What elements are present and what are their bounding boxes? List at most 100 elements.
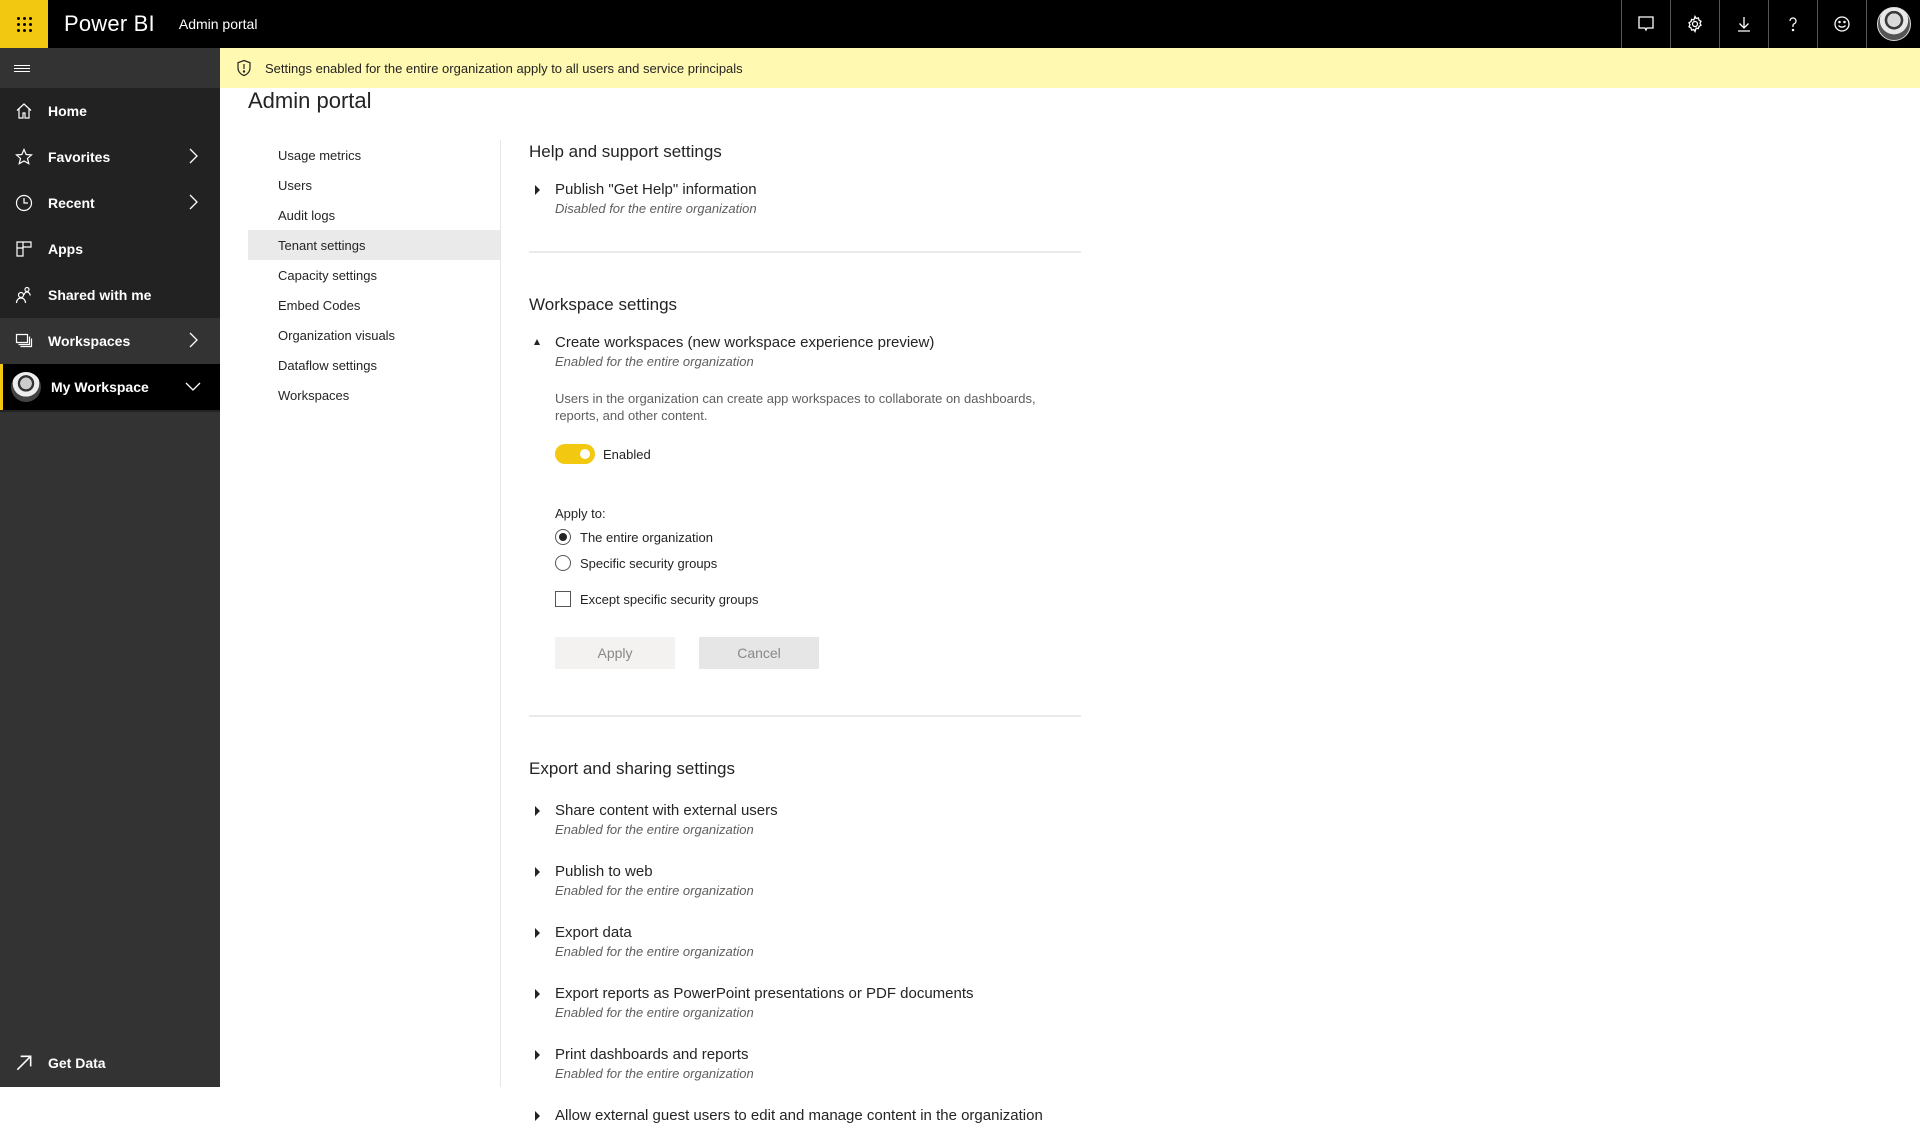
setting-name[interactable]: Publish "Get Help" information: [555, 180, 1081, 200]
sidebar-item-recent[interactable]: Recent: [0, 180, 220, 226]
feedback-button[interactable]: [1817, 0, 1866, 48]
subnav-users[interactable]: Users: [248, 170, 500, 200]
help-support-section: Help and support settings Publish "Get H…: [529, 142, 1081, 253]
home-icon: [14, 101, 34, 121]
setting-status: Enabled for the entire organization: [555, 883, 754, 898]
setting-print-dashboards: Print dashboards and reports Enabled for…: [529, 1045, 1081, 1082]
sidebar-item-apps[interactable]: Apps: [0, 226, 220, 272]
star-icon: [14, 147, 34, 167]
action-buttons: Apply Cancel: [555, 637, 1081, 669]
arrow-up-right-icon: [16, 1055, 32, 1071]
tenant-settings-content: Help and support settings Publish "Get H…: [529, 140, 1081, 1144]
banner-text: Settings enabled for the entire organiza…: [265, 60, 743, 76]
setting-name[interactable]: Create workspaces (new workspace experie…: [555, 333, 1081, 353]
subnav-tenant-settings[interactable]: Tenant settings: [248, 230, 500, 260]
apps-icon: [14, 239, 34, 259]
clock-icon: [14, 193, 34, 213]
radio-entire-organization[interactable]: The entire organization: [555, 525, 1081, 549]
setting-name[interactable]: Export data: [555, 923, 1081, 943]
subnav-usage-metrics[interactable]: Usage metrics: [248, 140, 500, 170]
sidebar-item-home[interactable]: Home: [0, 88, 220, 134]
expand-caret-icon[interactable]: [535, 185, 540, 195]
chevron-down-icon[interactable]: [184, 377, 202, 395]
sidebar: Home Favorites Recent Apps Shared with m…: [0, 48, 220, 1087]
subnav-embed-codes[interactable]: Embed Codes: [248, 290, 500, 320]
section-title: Help and support settings: [529, 142, 722, 161]
sidebar-item-label: My Workspace: [51, 379, 149, 395]
app-title: Admin portal: [178, 16, 258, 32]
subnav-audit-logs[interactable]: Audit logs: [248, 200, 500, 230]
expand-caret-icon[interactable]: [535, 928, 540, 938]
top-actions: [1621, 0, 1920, 48]
help-icon: [1789, 17, 1797, 32]
expand-caret-icon[interactable]: [535, 867, 540, 877]
setting-external-guest-edit: Allow external guest users to edit and m…: [529, 1106, 1081, 1126]
shield-icon: [237, 59, 251, 77]
enabled-toggle[interactable]: [555, 444, 595, 464]
chevron-right-icon[interactable]: [184, 193, 202, 211]
settings-button[interactable]: [1670, 0, 1719, 48]
expand-caret-icon[interactable]: [535, 1111, 540, 1121]
notifications-icon: [1638, 16, 1654, 32]
radio-button-checked[interactable]: [555, 529, 571, 545]
sidebar-item-label: Favorites: [48, 149, 111, 165]
except-security-groups-checkbox[interactable]: [555, 591, 571, 607]
sidebar-item-workspaces[interactable]: Workspaces: [0, 318, 220, 364]
top-bar: Power BI Admin portal: [0, 0, 1920, 48]
account-button[interactable]: [1866, 0, 1920, 48]
subnav-capacity-settings[interactable]: Capacity settings: [248, 260, 500, 290]
setting-status: Enabled for the entire organization: [555, 822, 754, 837]
notifications-button[interactable]: [1621, 0, 1670, 48]
except-security-groups-checkbox-row[interactable]: Except specific security groups: [555, 587, 1081, 611]
sidebar-item-label: Home: [48, 103, 87, 119]
sidebar-item-my-workspace[interactable]: My Workspace: [0, 364, 220, 410]
app-launcher-button[interactable]: [0, 0, 48, 48]
section-title: Workspace settings: [529, 295, 678, 314]
sidebar-item-favorites[interactable]: Favorites: [0, 134, 220, 180]
setting-status: Enabled for the entire organization: [555, 1066, 754, 1081]
collapse-caret-icon[interactable]: [534, 339, 540, 345]
page-title: Admin portal: [248, 88, 372, 113]
sidebar-item-label: Recent: [48, 195, 95, 211]
toggle-label: Enabled: [603, 446, 651, 462]
expand-caret-icon[interactable]: [535, 989, 540, 999]
radio-label: The entire organization: [580, 529, 713, 545]
enabled-toggle-row: Enabled: [555, 444, 1081, 464]
subnav-organization-visuals[interactable]: Organization visuals: [248, 320, 500, 350]
radio-button[interactable]: [555, 555, 571, 571]
setting-status: Enabled for the entire organization: [555, 354, 754, 369]
brand-logo[interactable]: Power BI: [64, 11, 155, 37]
gear-icon: [1688, 15, 1702, 33]
download-button[interactable]: [1719, 0, 1768, 48]
section-title: Export and sharing settings: [529, 759, 736, 778]
help-button[interactable]: [1768, 0, 1817, 48]
setting-name[interactable]: Export reports as PowerPoint presentatio…: [555, 984, 1081, 1004]
apply-to-label: Apply to:: [555, 506, 606, 521]
admin-subnav: Usage metrics Users Audit logs Tenant se…: [248, 140, 500, 410]
setting-name[interactable]: Allow external guest users to edit and m…: [555, 1106, 1081, 1126]
subnav-dataflow-settings[interactable]: Dataflow settings: [248, 350, 500, 380]
chevron-right-icon[interactable]: [184, 331, 202, 349]
export-sharing-section: Export and sharing settings Share conten…: [529, 759, 1081, 1126]
setting-share-external: Share content with external users Enable…: [529, 801, 1081, 838]
checkbox-label: Except specific security groups: [580, 591, 759, 607]
hamburger-menu-button[interactable]: [0, 48, 220, 88]
avatar: [1876, 7, 1911, 41]
shared-icon: [14, 285, 34, 305]
subnav-workspaces[interactable]: Workspaces: [248, 380, 500, 410]
radio-specific-security-groups[interactable]: Specific security groups: [555, 551, 1081, 575]
get-data-button[interactable]: Get Data: [0, 1039, 220, 1087]
workspaces-icon: [14, 331, 34, 351]
expand-caret-icon[interactable]: [535, 806, 540, 816]
setting-status: Disabled for the entire organization: [555, 201, 757, 216]
expand-caret-icon[interactable]: [535, 1050, 540, 1060]
setting-description: Users in the organization can create app…: [555, 391, 1036, 423]
chevron-right-icon[interactable]: [184, 147, 202, 165]
setting-name[interactable]: Publish to web: [555, 862, 1081, 882]
sidebar-item-shared-with-me[interactable]: Shared with me: [0, 272, 220, 318]
setting-name[interactable]: Print dashboards and reports: [555, 1045, 1081, 1065]
setting-name[interactable]: Share content with external users: [555, 801, 1081, 821]
apply-button[interactable]: Apply: [555, 637, 675, 669]
avatar: [11, 372, 41, 402]
cancel-button[interactable]: Cancel: [699, 637, 819, 669]
